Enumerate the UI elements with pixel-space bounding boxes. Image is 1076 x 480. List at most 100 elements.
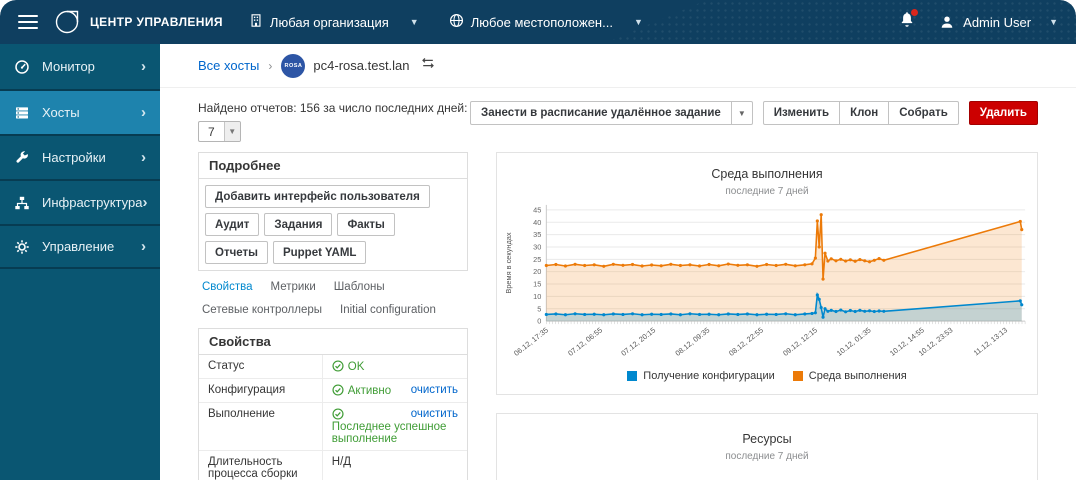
app-window: ЦЕНТР УПРАВЛЕНИЯ Любая организация ▼ Люб…	[0, 0, 1076, 480]
properties-panel: Свойства Статус OK Конфигурация очистить Акт…	[198, 328, 468, 480]
details-panel: Подробнее Добавить интерфейс пользовател…	[198, 152, 468, 271]
property-value: очистить Активно	[322, 378, 467, 403]
sidebar-item-monitor[interactable]: Монитор ›	[0, 44, 160, 89]
svg-text:0: 0	[537, 317, 541, 326]
resources-chart-card: Ресурсы последние 7 дней	[496, 413, 1038, 480]
hosts-icon	[14, 105, 30, 121]
chart-title: Среда выполнения	[711, 167, 823, 181]
app-title: ЦЕНТР УПРАВЛЕНИЯ	[90, 15, 223, 29]
chart-subtitle: последние 7 дней	[725, 451, 809, 463]
table-row: Выполнение очистить Последнее успешное вып…	[199, 402, 467, 451]
hamburger-menu-icon[interactable]	[18, 15, 38, 29]
legend-swatch	[792, 371, 803, 382]
legend-entry[interactable]: Получение конфигурации	[627, 370, 775, 382]
chevron-down-icon: ▼	[223, 122, 240, 141]
schedule-remote-job-split-button: Занести в расписание удалённое задание ▼	[470, 101, 753, 125]
chevron-down-icon: ▼	[633, 17, 643, 27]
legend-swatch	[627, 371, 638, 382]
sidebar-item-hosts[interactable]: Хосты ›	[0, 89, 160, 134]
rosa-logo-icon	[54, 9, 80, 35]
schedule-remote-job-caret[interactable]: ▼	[731, 101, 753, 125]
svg-text:30: 30	[533, 243, 541, 252]
schedule-remote-job-button[interactable]: Занести в расписание удалённое задание	[470, 101, 732, 125]
legend-entry[interactable]: Среда выполнения	[792, 370, 907, 383]
svg-text:06.12, 17:35: 06.12, 17:35	[512, 325, 550, 357]
table-row: Статус OK	[199, 355, 467, 379]
globe-icon	[449, 13, 464, 31]
chevron-right-icon: ›	[141, 149, 146, 166]
property-value: очистить Последнее успешное выполнение	[322, 402, 467, 451]
value-text: Н/Д	[331, 456, 352, 468]
sidebar-item-settings[interactable]: Настройки ›	[0, 134, 160, 179]
properties-panel-title: Свойства	[199, 329, 467, 355]
svg-text:25: 25	[533, 255, 541, 264]
manage-icon	[14, 239, 30, 255]
switch-host-icon[interactable]	[420, 56, 436, 75]
property-label: Статус	[199, 355, 323, 379]
user-icon	[941, 16, 953, 28]
svg-text:07.12, 06:55: 07.12, 06:55	[566, 325, 604, 357]
table-row: Конфигурация очистить Активно	[199, 378, 467, 403]
user-menu[interactable]: Admin User ▼	[939, 14, 1058, 30]
puppet-yaml-button[interactable]: Puppet YAML	[272, 241, 367, 264]
chevron-right-icon: ›	[141, 104, 146, 121]
runtime-chart: 0 5 10 15 20 25 30 35 40 45 06.12, 17:35 07.12, 06:…	[504, 204, 1026, 358]
settings-icon	[14, 150, 30, 166]
properties-table: Статус OK Конфигурация очистить Активно Выпол…	[199, 355, 467, 480]
location-selector[interactable]: Любое местоположен... ▼	[449, 13, 643, 31]
clear-link[interactable]: очистить	[411, 384, 458, 396]
details-buttons: Добавить интерфейс пользователя Аудит Зада…	[199, 179, 467, 270]
check-circle-icon	[332, 408, 344, 420]
host-actions-group: Изменить Клон Собрать	[762, 101, 959, 125]
delete-button[interactable]: Удалить	[968, 101, 1038, 125]
tab-properties[interactable]: Свойства	[202, 281, 253, 293]
svg-text:45: 45	[533, 205, 541, 214]
property-label: Длительность процесса сборки	[199, 450, 323, 480]
tab-network-controllers[interactable]: Сетевые контроллеры	[202, 304, 322, 316]
property-value: OK	[322, 355, 467, 379]
main-content: Все хосты › ROSA pc4-rosa.test.lan Найде…	[160, 44, 1076, 480]
notification-badge	[911, 9, 919, 16]
sidebar-item-label: Управление	[42, 239, 115, 254]
topbar: ЦЕНТР УПРАВЛЕНИЯ Любая организация ▼ Люб…	[0, 0, 1076, 44]
days-select-value: 7	[208, 124, 215, 139]
notifications-button[interactable]	[899, 9, 919, 33]
monitor-icon	[14, 59, 30, 75]
organization-selector[interactable]: Любая организация ▼	[249, 13, 419, 31]
chevron-right-icon: ›	[142, 194, 148, 211]
legend-label: Среда выполнения	[808, 370, 907, 383]
breadcrumb-separator: ›	[268, 58, 273, 73]
breadcrumb: Все хосты › ROSA pc4-rosa.test.lan	[160, 44, 1076, 88]
organization-selector-label: Любая организация	[269, 14, 389, 30]
jobs-button[interactable]: Задания	[264, 213, 333, 236]
table-row: Длительность процесса сборки Н/Д	[199, 450, 467, 480]
property-label: Конфигурация	[199, 378, 323, 403]
edit-button[interactable]: Изменить	[762, 101, 841, 125]
tab-templates[interactable]: Шаблоны	[334, 281, 385, 293]
clear-link[interactable]: очистить	[411, 408, 458, 420]
audit-button[interactable]: Аудит	[205, 213, 260, 236]
reports-button[interactable]: Отчеты	[205, 241, 268, 264]
days-select[interactable]: 7 ▼	[198, 121, 241, 142]
chevron-down-icon: ▼	[1049, 17, 1058, 27]
reports-summary: Найдено отчетов: 156 за число последних …	[198, 101, 468, 115]
sidebar-item-infrastructure[interactable]: Инфраструктура ›	[0, 179, 160, 224]
add-interface-button[interactable]: Добавить интерфейс пользователя	[205, 185, 430, 208]
sidebar-item-manage[interactable]: Управление ›	[0, 224, 160, 269]
svg-text:40: 40	[533, 218, 541, 227]
sidebar-item-label: Инфраструктура	[42, 195, 143, 210]
facts-button[interactable]: Факты	[337, 213, 395, 236]
location-selector-label: Любое местоположен...	[470, 14, 613, 30]
sidebar-item-label: Настройки	[42, 150, 106, 165]
clone-button[interactable]: Клон	[839, 101, 890, 125]
toolbar: Найдено отчетов: 156 за число последних …	[160, 88, 1076, 146]
property-label: Выполнение	[199, 402, 323, 451]
check-circle-icon	[332, 360, 344, 372]
sidebar: Монитор › Хосты › Настройки › Инфраструктура › У…	[0, 44, 160, 480]
tab-metrics[interactable]: Метрики	[271, 281, 316, 293]
svg-text:Время в секундах: Время в секундах	[504, 232, 513, 293]
build-button[interactable]: Собрать	[888, 101, 959, 125]
breadcrumb-all-hosts-link[interactable]: Все хосты	[198, 58, 259, 73]
svg-text:07.12, 20:15: 07.12, 20:15	[619, 325, 657, 357]
tab-initial-configuration[interactable]: Initial configuration	[340, 304, 436, 316]
